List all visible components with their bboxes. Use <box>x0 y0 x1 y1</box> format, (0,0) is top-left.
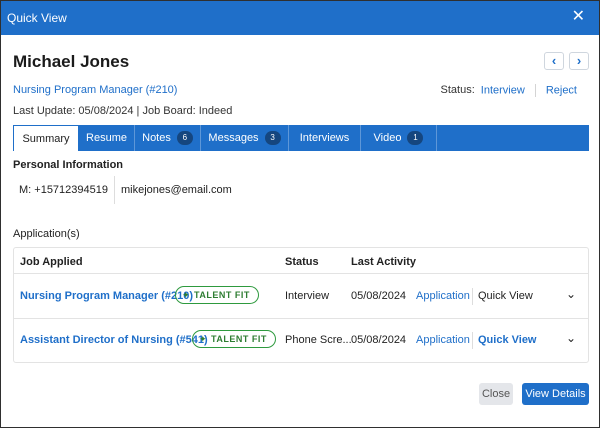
talent-fit-label: TALENT FIT <box>194 290 250 300</box>
video-count-badge: 1 <box>407 131 424 145</box>
tab-label: Resume <box>86 132 127 144</box>
tab-label: Notes <box>142 132 171 144</box>
dialog-title: Quick View <box>7 11 67 25</box>
tab-messages[interactable]: Messages 3 <box>201 125 289 151</box>
sparkle-icon: ✦ <box>182 290 191 300</box>
candidate-name: Michael Jones <box>13 52 130 71</box>
application-status: Interview <box>285 290 330 302</box>
personal-information-heading: Personal Information <box>13 159 124 171</box>
tab-label: Interviews <box>299 132 350 144</box>
table-row: Nursing Program Manager (#210) ✦ TALENT F… <box>14 275 588 319</box>
previous-candidate-button[interactable]: ‹ <box>544 52 564 70</box>
tab-video[interactable]: Video 1 <box>361 125 437 151</box>
close-button[interactable]: Close <box>479 383 513 405</box>
divider <box>472 332 473 349</box>
messages-count-badge: 3 <box>264 131 281 145</box>
chevron-down-icon[interactable]: ⌄ <box>566 287 576 301</box>
talent-fit-badge: ✦ TALENT FIT <box>192 330 276 348</box>
contact-info: M: +15712394519 mikejones@email.com <box>13 176 232 204</box>
divider <box>534 84 536 97</box>
chevron-down-icon[interactable]: ⌄ <box>566 331 576 345</box>
status-dropdown[interactable]: Interview <box>481 84 525 96</box>
tab-interviews[interactable]: Interviews <box>289 125 361 151</box>
quick-view-link[interactable]: Quick View <box>478 334 537 346</box>
phone-number: M: +15712394519 <box>13 176 115 204</box>
status-label: Status: <box>440 84 475 97</box>
application-link[interactable]: Application <box>416 290 470 302</box>
table-header: Job Applied Status Last Activity <box>14 248 588 274</box>
talent-fit-badge: ✦ TALENT FIT <box>175 286 259 304</box>
chevron-left-icon: ‹ <box>551 53 557 68</box>
applications-table: Job Applied Status Last Activity Nursing… <box>13 247 589 363</box>
tab-notes[interactable]: Notes 6 <box>135 125 201 151</box>
job-applied-link[interactable]: Assistant Director of Nursing (#541) <box>20 334 208 346</box>
last-activity-date: 05/08/2024 <box>351 334 407 346</box>
tab-label: Video <box>373 132 402 144</box>
column-header-job: Job Applied <box>20 256 83 268</box>
job-applied-link[interactable]: Nursing Program Manager (#210) <box>20 290 193 302</box>
application-link[interactable]: Application <box>416 334 470 346</box>
column-header-status: Status <box>285 256 319 268</box>
divider <box>472 288 473 305</box>
table-row: Assistant Director of Nursing (#541) ✦ TA… <box>14 319 588 363</box>
close-icon[interactable]: ✕ <box>572 8 585 26</box>
tab-label: Messages <box>208 132 259 144</box>
tab-summary[interactable]: Summary <box>13 125 79 151</box>
tab-bar: Summary Resume Notes 6 Messages 3 Intervie… <box>13 125 589 151</box>
dialog-titlebar: Quick View ✕ <box>1 1 599 35</box>
status-row: Status: Interview Reject <box>441 84 577 97</box>
quick-view-link[interactable]: Quick View <box>478 290 533 302</box>
chevron-right-icon: › <box>576 53 582 68</box>
last-update-meta: Last Update: 05/08/2024 | Job Board: Ind… <box>13 105 233 117</box>
column-header-last-activity: Last Activity <box>351 256 417 268</box>
sparkle-icon: ✦ <box>199 334 208 344</box>
quick-view-dialog: Quick View ✕ Michael Jones ‹ › Nursing P… <box>0 0 600 428</box>
job-title-link[interactable]: Nursing Program Manager (#210) <box>13 84 177 96</box>
tab-resume[interactable]: Resume <box>79 125 135 151</box>
talent-fit-label: TALENT FIT <box>211 334 267 344</box>
email-address: mikejones@email.com <box>121 184 232 196</box>
next-candidate-button[interactable]: › <box>569 52 589 70</box>
tab-label: Summary <box>22 132 70 145</box>
applications-heading: Application(s) <box>13 228 80 240</box>
view-details-button[interactable]: View Details <box>522 383 589 405</box>
notes-count-badge: 6 <box>176 131 193 145</box>
application-status: Phone Scre... <box>285 334 352 346</box>
last-activity-date: 05/08/2024 <box>351 290 407 302</box>
reject-button[interactable]: Reject <box>546 84 577 96</box>
